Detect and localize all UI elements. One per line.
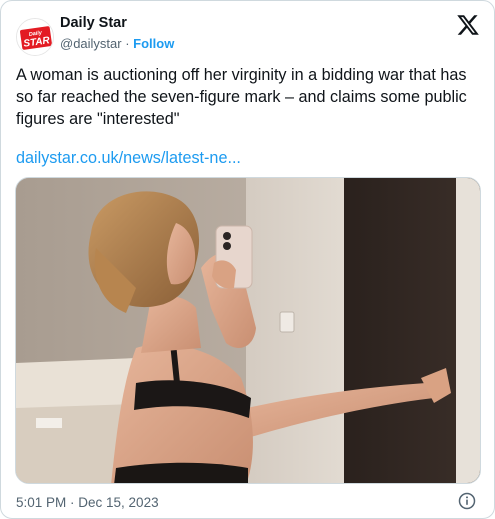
tweet-link[interactable]: dailystar.co.uk/news/latest-ne... bbox=[16, 149, 241, 168]
tweet-text: A woman is auctioning off her virginity … bbox=[16, 66, 467, 128]
follow-button[interactable]: Follow bbox=[133, 36, 174, 51]
tweet-card[interactable]: Daily STAR Daily Star @dailystar · Follo… bbox=[0, 0, 495, 519]
tweet-timestamp[interactable]: 5:01 PM · Dec 15, 2023 bbox=[16, 495, 159, 510]
meta-separator: · bbox=[121, 36, 134, 51]
author-avatar[interactable]: Daily STAR bbox=[16, 18, 54, 56]
daily-star-logo-icon: Daily STAR bbox=[17, 19, 53, 55]
info-icon[interactable] bbox=[458, 492, 476, 510]
author-handle[interactable]: @dailystar bbox=[60, 36, 122, 51]
author-meta: @dailystar · Follow bbox=[60, 36, 174, 51]
x-logo-icon[interactable] bbox=[456, 13, 480, 37]
mirror-selfie-photo bbox=[16, 178, 480, 483]
author-name[interactable]: Daily Star bbox=[60, 15, 127, 31]
tweet-media-image[interactable] bbox=[15, 177, 481, 484]
